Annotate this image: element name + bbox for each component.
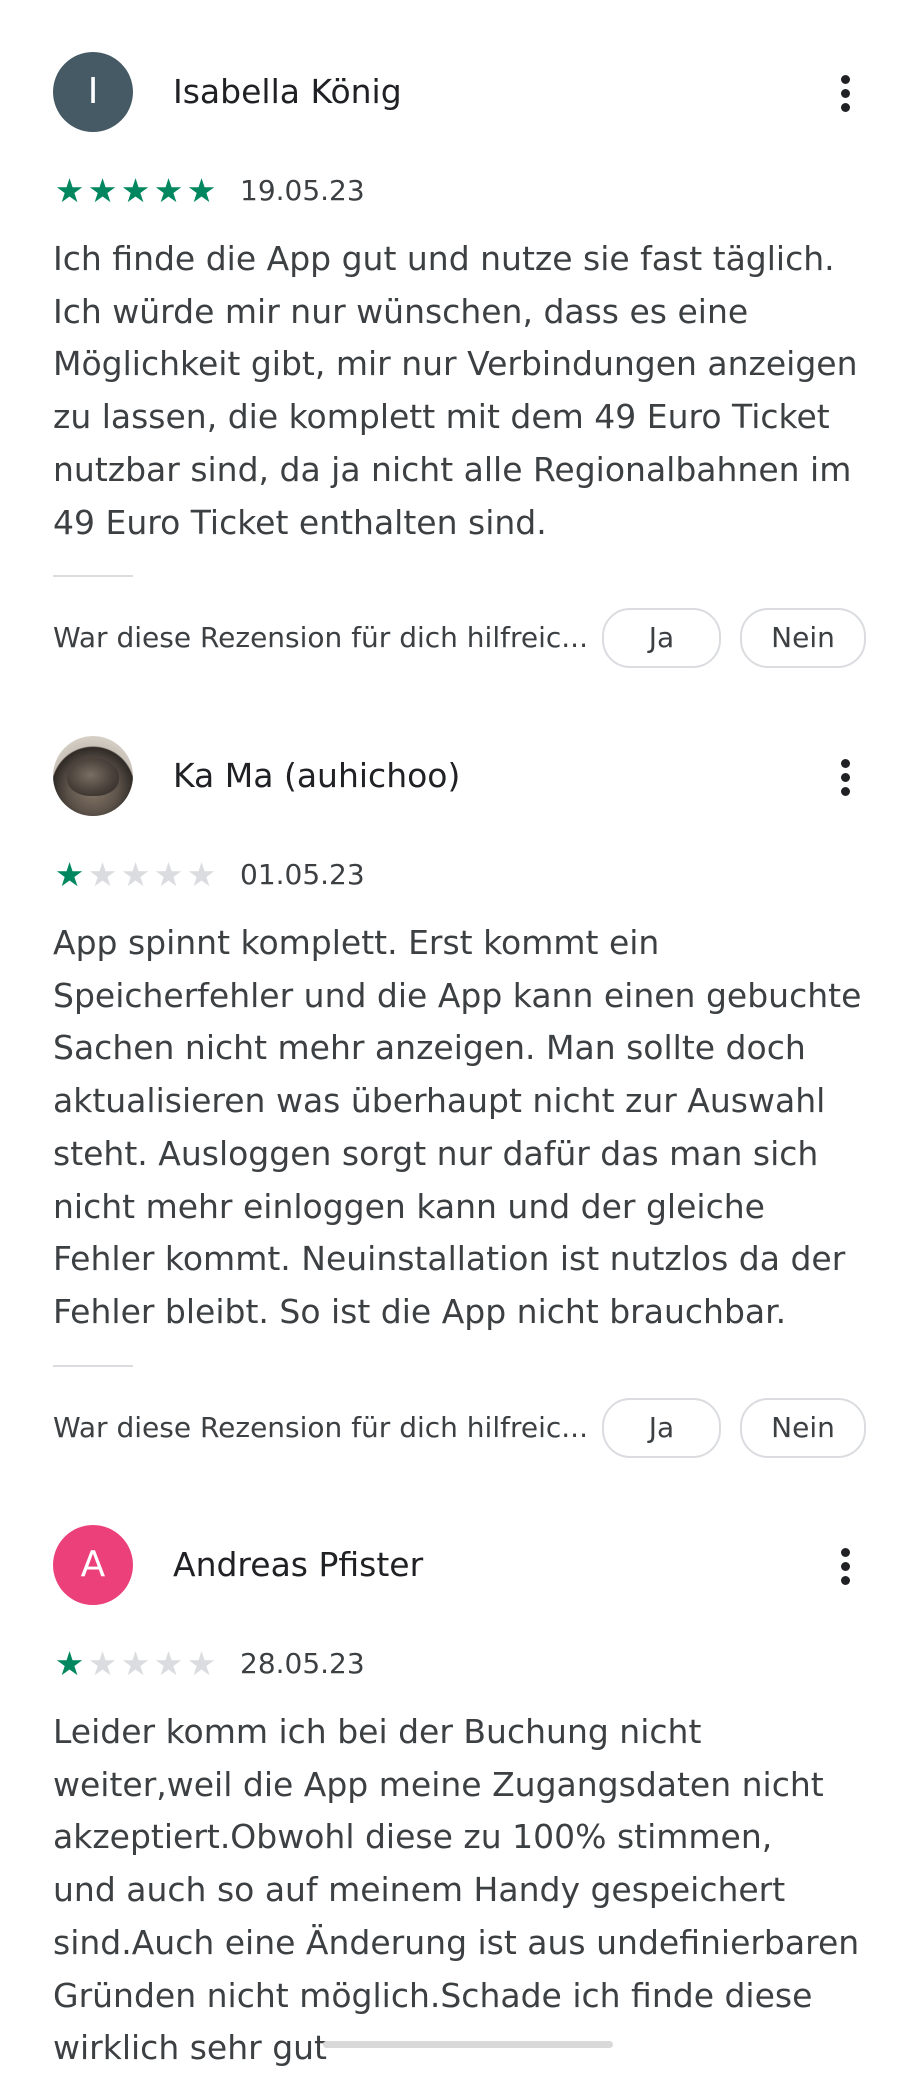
reviewer-name: Isabella König <box>173 72 402 111</box>
star-icon: ★ <box>153 171 184 210</box>
star-icon: ★ <box>54 1644 85 1683</box>
star-icon: ★ <box>120 1644 151 1683</box>
helpful-row: War diese Rezension für dich hilfreic...… <box>53 608 868 668</box>
star-icon: ★ <box>186 855 217 894</box>
reviewer-name: Andreas Pfister <box>173 1545 424 1584</box>
avatar[interactable]: I <box>53 52 133 132</box>
review-date: 01.05.23 <box>240 858 365 891</box>
review-text: Leider komm ich bei der Buchung nicht we… <box>53 1712 860 2068</box>
star-icon: ★ <box>87 855 118 894</box>
avatar[interactable] <box>53 736 133 816</box>
star-icon: ★ <box>153 855 184 894</box>
star-icon: ★ <box>186 1644 217 1683</box>
star-icon: ★ <box>54 855 85 894</box>
helpful-yes-button[interactable]: Ja <box>602 608 721 668</box>
divider <box>53 575 133 577</box>
divider <box>53 1365 133 1367</box>
star-icon: ★ <box>186 171 217 210</box>
review-date: 19.05.23 <box>240 174 365 207</box>
star-icon: ★ <box>87 1644 118 1683</box>
reviewer-name: Ka Ma (auhichoo) <box>173 756 461 795</box>
more-options-button[interactable] <box>826 751 866 803</box>
helpful-no-button[interactable]: Nein <box>740 608 866 668</box>
star-rating: ★ ★ ★ ★ ★ 19.05.23 <box>53 174 365 208</box>
more-options-button[interactable] <box>826 67 866 119</box>
review-text: App spinnt komplett. Erst kommt ein Spei… <box>53 923 862 1331</box>
star-rating: ★ ★ ★ ★ ★ 01.05.23 <box>53 858 365 892</box>
star-icon: ★ <box>120 855 151 894</box>
avatar[interactable]: A <box>53 1525 133 1605</box>
helpful-no-button[interactable]: Nein <box>740 1398 866 1458</box>
review-text: Ich finde die App gut und nutze sie fast… <box>53 239 858 542</box>
star-icon: ★ <box>54 171 85 210</box>
review-date: 28.05.23 <box>240 1647 365 1680</box>
helpful-question: War diese Rezension für dich hilfreic... <box>53 621 588 654</box>
more-options-button[interactable] <box>826 1540 866 1592</box>
helpful-yes-button[interactable]: Ja <box>602 1398 721 1458</box>
star-icon: ★ <box>153 1644 184 1683</box>
star-icon: ★ <box>120 171 151 210</box>
helpful-row: War diese Rezension für dich hilfreic...… <box>53 1398 868 1458</box>
cat-photo-icon <box>67 758 119 796</box>
gesture-bar[interactable] <box>323 2041 613 2048</box>
star-rating: ★ ★ ★ ★ ★ 28.05.23 <box>53 1647 365 1681</box>
star-icon: ★ <box>87 171 118 210</box>
helpful-question: War diese Rezension für dich hilfreic... <box>53 1411 588 1444</box>
